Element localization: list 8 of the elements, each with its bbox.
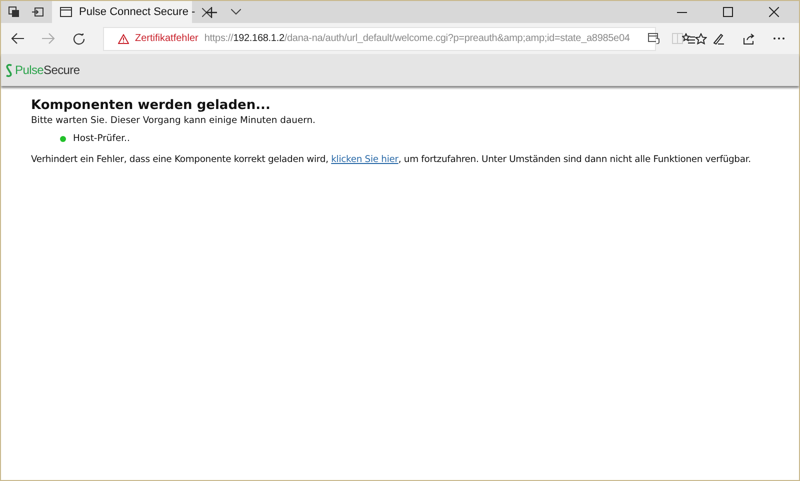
page-heading: Komponenten werden geladen... [31,98,272,113]
continue-link[interactable]: klicken Sie hier [331,154,398,165]
wait-message: Bitte warten Sie. Dieser Vorgang kann einige Minuten dauern. [31,115,316,126]
error-notice: Verhindert ein Fehler, dass eine Komponente korrekt geladen wird, klicken Sie hier, um fortzufahren. Unter Umständen sind dann nicht alle Funktionen verfügbar. [31,154,752,165]
component-name: Host-Prüfer.. [73,133,130,144]
brand-name: PulseSecure [15,63,80,77]
url-text: https://192.168.1.2/dana-na/auth/url_default/welcome.cgi?p=preauth&amp;amp;id=state_a8985e04 [204,33,630,44]
certificate-error-label: Zertifikatfehler [135,33,198,44]
